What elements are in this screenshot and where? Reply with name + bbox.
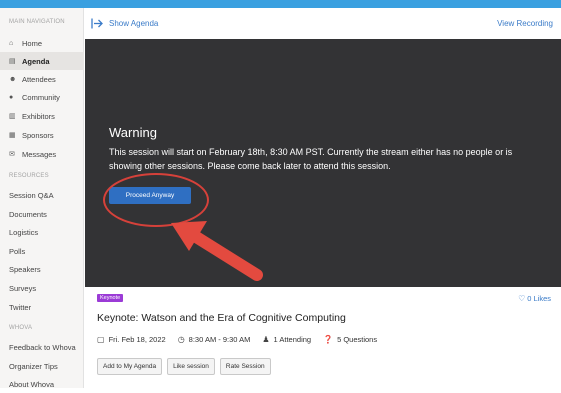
user-check-icon: ♟ (262, 335, 270, 344)
session-time: ◷ 8:30 AM - 9:30 AM (178, 335, 251, 344)
sidebar-item-organizer-tips[interactable]: Organizer Tips (0, 357, 84, 375)
sidebar-item-surveys[interactable]: Surveys (0, 279, 84, 297)
view-recording-link[interactable]: View Recording (497, 19, 553, 28)
calendar-icon: ▢ (97, 335, 105, 344)
sidebar-item-label: Exhibitors (22, 111, 55, 121)
sidebar-item-attendees[interactable]: ☻ Attendees (0, 70, 84, 88)
show-agenda-link[interactable]: Show Agenda (91, 18, 158, 29)
rate-session-button[interactable]: Rate Session (219, 358, 271, 375)
sidebar-item-twitter[interactable]: Twitter (0, 298, 84, 316)
sidebar-item-exhibitors[interactable]: ▥ Exhibitors (0, 107, 84, 125)
sidebar-section-main-navigation: MAIN NAVIGATION (9, 19, 65, 25)
sidebar-section-resources: RESOURCES (9, 173, 49, 179)
warning-title: Warning (109, 125, 157, 140)
expand-arrow-icon (91, 18, 103, 29)
annotation-arrow-icon (171, 221, 263, 281)
sidebar-item-sponsors[interactable]: ▦ Sponsors (0, 126, 84, 144)
home-icon: ⌂ (9, 39, 14, 47)
sidebar-item-polls[interactable]: Polls (0, 242, 84, 260)
sidebar-item-label: Sponsors (22, 130, 54, 140)
session-details: Keynote ♡ 0 Likes Keynote: Watson and th… (85, 287, 561, 388)
sidebar-item-session-qa[interactable]: Session Q&A (0, 186, 84, 204)
likes-count: 0 Likes (527, 294, 551, 303)
sidebar-item-label: Home (22, 38, 43, 48)
sidebar-item-speakers[interactable]: Speakers (0, 260, 84, 278)
sidebar-item-community[interactable]: ● Community (0, 88, 84, 106)
session-attending-text: 1 Attending (273, 335, 312, 344)
sidebar-item-logistics[interactable]: Logistics (0, 223, 84, 241)
session-meta: ▢ Fri. Feb 18, 2022 ◷ 8:30 AM - 9:30 AM … (97, 335, 389, 344)
warning-message: This session will start on February 18th… (109, 147, 513, 171)
top-accent-bar (0, 0, 561, 8)
sidebar-item-about-whova[interactable]: About Whova (0, 375, 84, 393)
question-icon: ❓ (323, 335, 334, 344)
building-icon: ▥ (9, 113, 16, 120)
session-type-badge: Keynote (97, 294, 124, 302)
sidebar-section-whova: WHOVA (9, 325, 33, 331)
sidebar-item-agenda[interactable]: ▤ Agenda (0, 52, 84, 70)
session-questions[interactable]: ❓ 5 Questions (323, 335, 377, 344)
users-icon: ☻ (9, 75, 17, 83)
sidebar-item-label: Messages (22, 149, 57, 159)
session-attending[interactable]: ♟ 1 Attending (262, 335, 311, 344)
session-title: Keynote: Watson and the Era of Cognitive… (97, 312, 346, 324)
like-session-button[interactable]: Like session (167, 358, 215, 375)
session-questions-text: 5 Questions (337, 335, 378, 344)
chat-icon: ● (9, 93, 14, 101)
session-time-text: 8:30 AM - 9:30 AM (188, 335, 251, 344)
agenda-bar: Show Agenda View Recording (85, 8, 561, 39)
heart-icon: ♡ (518, 294, 526, 303)
clock-icon: ◷ (177, 335, 185, 344)
session-date: ▢ Fri. Feb 18, 2022 (97, 335, 166, 344)
sidebar-item-messages[interactable]: ✉ Messages (0, 145, 84, 163)
calendar-icon: ▤ (9, 58, 16, 65)
sidebar-item-documents[interactable]: Documents (0, 205, 84, 223)
main-content: Show Agenda View Recording Warning This … (85, 8, 561, 388)
likes-button[interactable]: ♡ 0 Likes (518, 294, 551, 303)
show-agenda-label: Show Agenda (109, 19, 159, 28)
session-date-text: Fri. Feb 18, 2022 (108, 335, 166, 344)
sidebar-item-home[interactable]: ⌂ Home (0, 34, 84, 52)
sidebar-item-label: Community (22, 92, 60, 102)
session-actions: Add to My Agenda Like session Rate Sessi… (97, 358, 276, 375)
sidebar-item-label: Attendees (22, 74, 56, 84)
envelope-icon: ✉ (9, 151, 15, 158)
add-to-agenda-button[interactable]: Add to My Agenda (97, 358, 163, 375)
sponsor-icon: ▦ (9, 132, 16, 139)
sidebar: MAIN NAVIGATION ⌂ Home ▤ Agenda ☻ Attend… (0, 8, 84, 389)
video-player: Warning This session will start on Febru… (85, 39, 561, 287)
sidebar-item-feedback[interactable]: Feedback to Whova (0, 338, 84, 356)
sidebar-item-label: Agenda (22, 56, 50, 66)
